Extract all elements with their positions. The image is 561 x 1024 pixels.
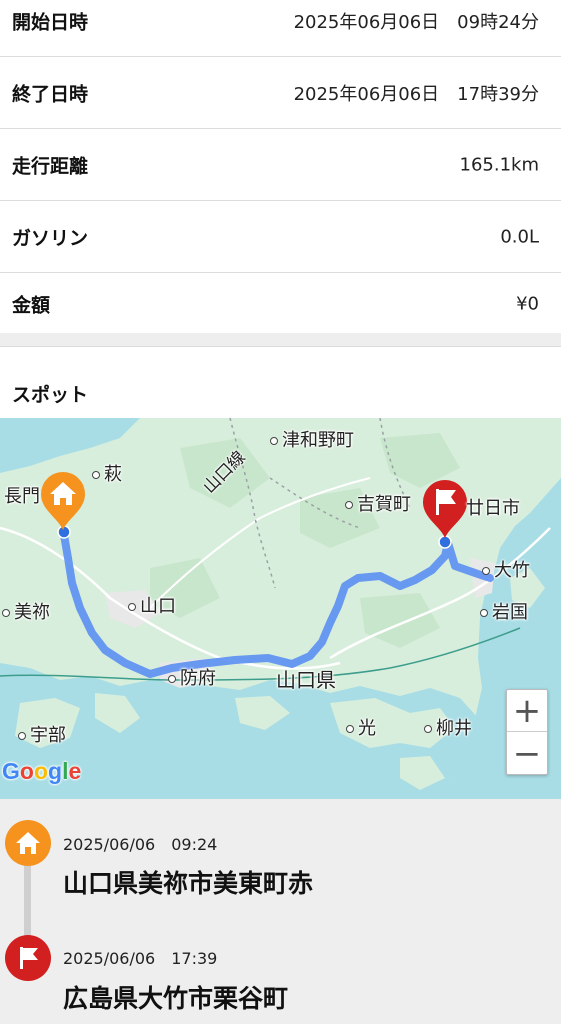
map-label-yoshika: 吉賀町 — [345, 490, 411, 516]
timeline-end-date: 2025/06/06 17:39 — [63, 949, 218, 968]
map-label-hatsukaichi: 廿日市 — [466, 498, 520, 519]
gasoline-row: ガソリン 0.0L — [0, 202, 561, 273]
end-datetime-row: 終了日時 2025年06月06日 17時39分 — [0, 58, 561, 129]
amount-row: 金額 ¥0 — [0, 274, 561, 333]
section-divider — [0, 333, 561, 347]
route-map[interactable]: 津和野町 萩 長門 山口線 吉賀町 廿日市 大竹 岩国 美祢 山口 防府 山口県… — [0, 418, 561, 799]
distance-row: 走行距離 165.1km — [0, 130, 561, 201]
start-datetime-label: 開始日時 — [12, 11, 89, 34]
flag-icon — [20, 947, 38, 969]
zoom-out-button[interactable]: − — [507, 733, 547, 775]
map-label-hagi: 萩 — [92, 460, 122, 486]
spot-section-title: スポット — [12, 384, 89, 406]
map-label-mine: 美祢 — [2, 598, 50, 624]
amount-label: 金額 — [12, 294, 51, 316]
end-map-marker[interactable] — [420, 478, 470, 540]
home-icon — [16, 832, 40, 854]
zoom-in-button[interactable]: + — [507, 690, 547, 732]
map-label-yamaguchi-pref: 山口県 — [276, 668, 336, 692]
map-label-ube: 宇部 — [18, 721, 66, 747]
end-datetime-label: 終了日時 — [12, 83, 89, 106]
map-label-nagato: 長門 — [4, 486, 40, 507]
map-zoom-controls: + − — [506, 689, 548, 775]
google-logo[interactable]: Google — [2, 758, 81, 785]
timeline-start-icon — [5, 820, 51, 866]
timeline-start-date: 2025/06/06 09:24 — [63, 835, 218, 854]
distance-value: 165.1km — [459, 154, 540, 176]
map-label-hofu: 防府 — [168, 664, 216, 690]
route-timeline: 2025/06/06 09:24 山口県美祢市美東町赤 2025/06/06 1… — [0, 799, 561, 1024]
timeline-start-address: 山口県美祢市美東町赤 — [63, 869, 314, 898]
distance-label: 走行距離 — [12, 155, 89, 178]
map-label-yamaguchi: 山口 — [128, 592, 176, 618]
map-label-yanai: 柳井 — [424, 714, 472, 740]
map-label-tsuwano: 津和野町 — [270, 426, 354, 452]
map-label-iwakuni: 岩国 — [480, 598, 528, 624]
start-map-marker[interactable] — [38, 470, 88, 532]
amount-value: ¥0 — [516, 293, 539, 314]
timeline-end-icon — [5, 935, 51, 981]
start-datetime-value: 2025年06月06日 09時24分 — [293, 12, 539, 33]
map-label-hikari: 光 — [346, 714, 376, 740]
map-label-otake: 大竹 — [482, 556, 530, 582]
end-datetime-value: 2025年06月06日 17時39分 — [293, 84, 539, 105]
start-datetime-row: 開始日時 2025年06月06日 09時24分 — [0, 0, 561, 57]
gasoline-value: 0.0L — [500, 226, 539, 248]
timeline-end-address: 広島県大竹市栗谷町 — [63, 984, 289, 1013]
gasoline-label: ガソリン — [12, 227, 89, 250]
